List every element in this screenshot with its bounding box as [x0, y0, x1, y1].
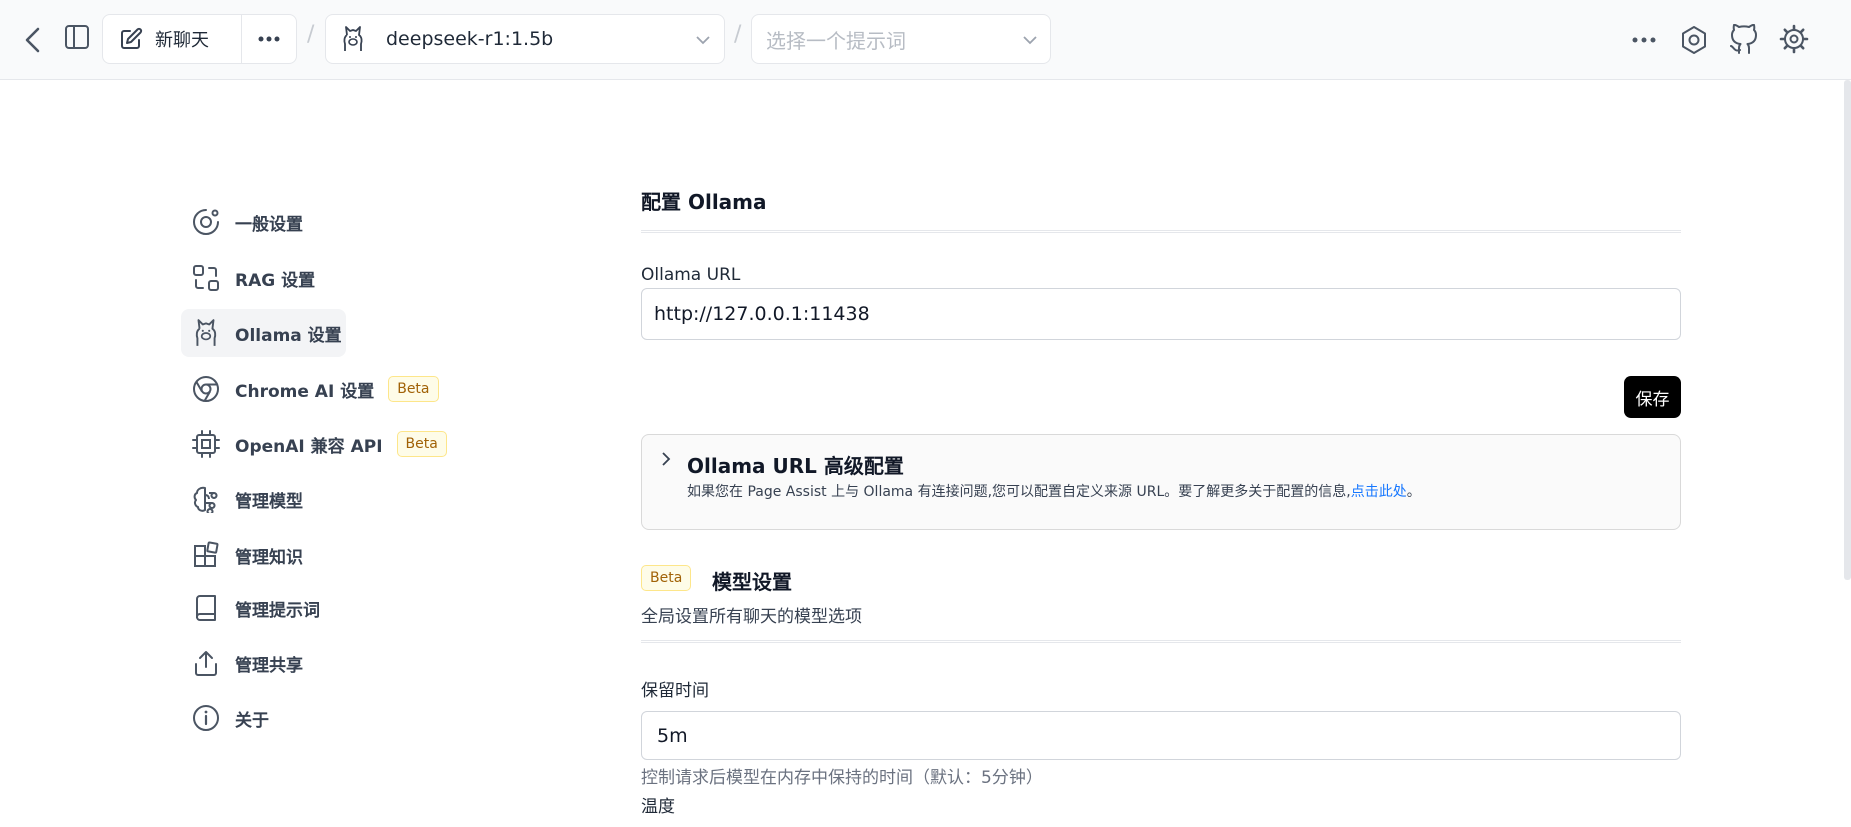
sidebar-item-label: OpenAI 兼容 API	[235, 436, 383, 457]
chevron-down-icon	[695, 31, 711, 50]
sidebar-item-label: 关于	[235, 710, 269, 731]
model-select-value: deepseek-r1:1.5b	[386, 28, 554, 50]
sidebar-item-about[interactable]: 关于	[181, 694, 346, 742]
sidebar-toggle-icon[interactable]	[62, 22, 92, 52]
sidebar-item-label: 管理提示词	[235, 600, 320, 621]
blocks-icon	[191, 540, 221, 570]
github-icon[interactable]	[1728, 23, 1760, 55]
breadcrumb-separator: /	[734, 22, 742, 47]
advanced-config-text-end: 。	[1406, 484, 1421, 500]
divider	[641, 640, 1681, 643]
prompt-select-placeholder: 选择一个提示词	[766, 28, 906, 53]
sidebar-item-label: 管理知识	[235, 547, 303, 568]
sidebar-item-manage-prompts[interactable]: 管理提示词	[181, 584, 346, 632]
model-settings-title: 模型设置	[712, 570, 792, 594]
chevron-down-icon	[1022, 31, 1038, 50]
edit-icon	[119, 27, 143, 51]
theme-settings-icon[interactable]	[1678, 24, 1710, 56]
keep-alive-label: 保留时间	[641, 681, 709, 701]
keep-alive-input[interactable]: 5m	[641, 711, 1681, 760]
beta-badge: Beta	[641, 565, 692, 591]
top-bar: 新聊天 / deepseek-r1:1.5b / 选择一个提示词	[0, 0, 1851, 80]
keep-alive-help: 控制请求后模型在内存中保持的时间（默认：5分钟）	[641, 768, 1043, 788]
sidebar-item-ollama[interactable]: Ollama 设置	[181, 309, 346, 357]
temperature-label: 温度	[641, 797, 675, 817]
advanced-config-text: 如果您在 Page Assist 上与 Ollama 有连接问题,您可以配置自定…	[687, 484, 1351, 500]
sidebar-item-rag[interactable]: RAG 设置	[181, 254, 346, 302]
general-settings-icon	[191, 207, 221, 237]
ollama-icon	[191, 318, 221, 348]
model-select[interactable]: deepseek-r1:1.5b	[325, 14, 725, 64]
more-icon	[258, 36, 280, 42]
sidebar-item-manage-sharing[interactable]: 管理共享	[181, 639, 346, 687]
sidebar-item-manage-knowledge[interactable]: 管理知识	[181, 531, 346, 579]
breadcrumb-separator: /	[307, 22, 315, 47]
new-chat-label: 新聊天	[155, 30, 209, 51]
save-button[interactable]: 保存	[1624, 376, 1681, 418]
book-icon	[191, 593, 221, 623]
divider	[641, 230, 1681, 233]
sidebar-item-label: RAG 设置	[235, 270, 316, 291]
more-options-button[interactable]	[242, 15, 296, 63]
prompt-select[interactable]: 选择一个提示词	[751, 14, 1051, 64]
more-menu-icon[interactable]	[1628, 26, 1660, 54]
sidebar-item-label: 管理模型	[235, 491, 303, 512]
sidebar-item-general[interactable]: 一般设置	[181, 198, 346, 246]
model-settings-subtitle: 全局设置所有聊天的模型选项	[641, 607, 862, 627]
click-here-link[interactable]: 点击此处	[1351, 484, 1407, 500]
chip-icon	[191, 429, 221, 459]
ollama-url-label: Ollama URL	[641, 265, 741, 285]
new-chat-button[interactable]: 新聊天	[103, 15, 243, 63]
advanced-config-panel[interactable]: Ollama URL 高级配置 如果您在 Page Assist 上与 Olla…	[641, 434, 1681, 530]
share-icon	[191, 648, 221, 678]
brain-icon	[191, 484, 221, 514]
ollama-icon	[342, 25, 364, 53]
back-icon[interactable]	[18, 22, 48, 58]
scrollbar[interactable]	[1844, 80, 1851, 580]
advanced-config-description: 如果您在 Page Assist 上与 Ollama 有连接问题,您可以配置自定…	[687, 481, 1421, 501]
sidebar-item-chrome-ai[interactable]: Chrome AI 设置 Beta	[181, 365, 441, 413]
sidebar-item-manage-models[interactable]: 管理模型	[181, 475, 346, 523]
section-title: 配置 Ollama	[641, 190, 767, 214]
sidebar-item-label: Chrome AI 设置	[235, 381, 375, 402]
chrome-icon	[191, 374, 221, 404]
sidebar-item-label: Ollama 设置	[235, 325, 342, 346]
sidebar-item-label: 管理共享	[235, 655, 303, 676]
info-icon	[191, 703, 221, 733]
beta-badge: Beta	[388, 376, 439, 402]
sidebar-item-label: 一般设置	[235, 214, 303, 235]
beta-badge: Beta	[396, 431, 447, 457]
new-chat-group: 新聊天	[102, 14, 297, 64]
chevron-right-icon	[660, 451, 672, 467]
rag-icon	[191, 263, 221, 293]
sidebar-item-openai-api[interactable]: OpenAI 兼容 API Beta	[181, 420, 451, 468]
advanced-config-title: Ollama URL 高级配置	[687, 454, 904, 478]
settings-gear-icon[interactable]	[1778, 23, 1810, 55]
ollama-url-input[interactable]: http://127.0.0.1:11438	[641, 288, 1681, 340]
